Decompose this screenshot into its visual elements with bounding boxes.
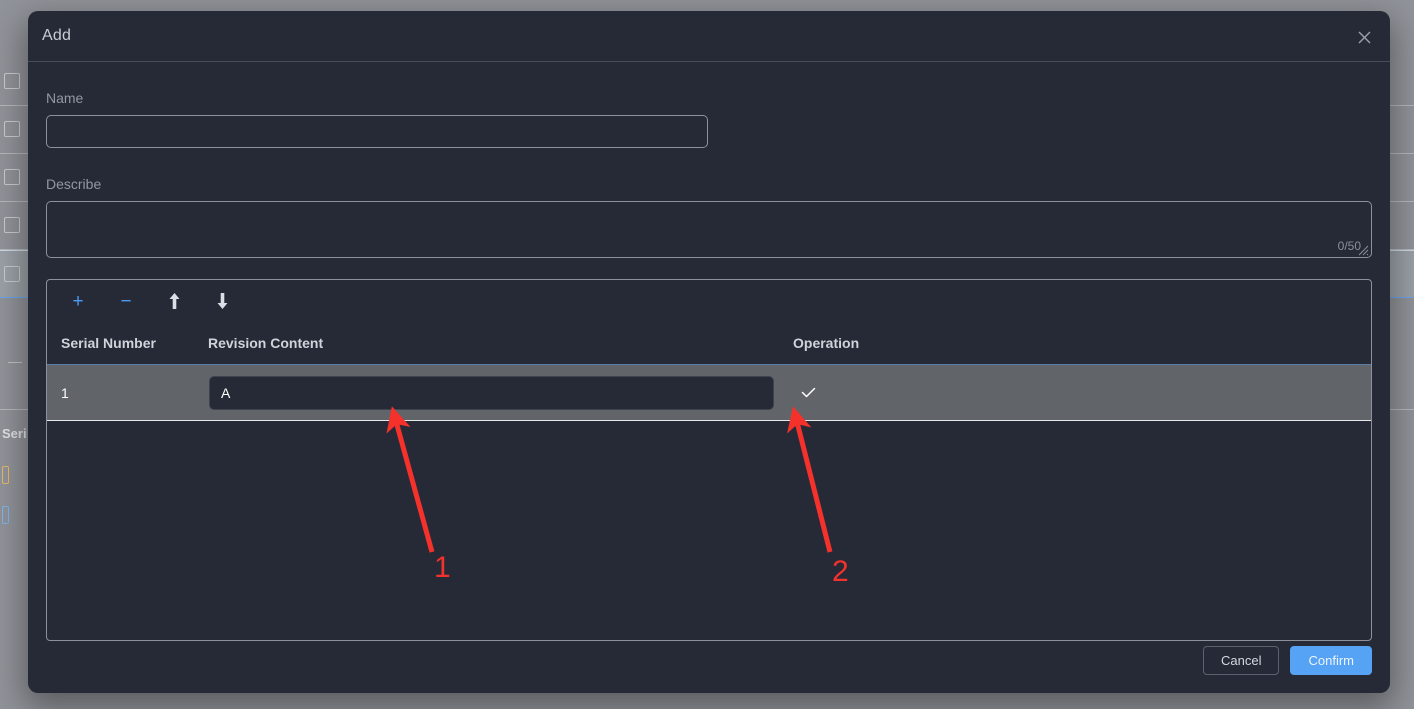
check-icon[interactable] [796, 381, 820, 405]
dialog-header: Add [28, 11, 1390, 62]
name-input[interactable] [46, 115, 708, 148]
table-header-row: Serial Number Revision Content Operation [47, 322, 1371, 365]
minus-icon: − [120, 290, 132, 312]
column-header-operation: Operation [793, 335, 860, 351]
move-up-button[interactable] [150, 280, 198, 322]
add-row-button[interactable]: + [54, 280, 102, 322]
confirm-button[interactable]: Confirm [1290, 646, 1372, 675]
remove-row-button[interactable]: − [102, 280, 150, 322]
revision-content-input[interactable] [209, 375, 774, 410]
table-toolbar: + − [47, 280, 1371, 322]
column-header-revision-content: Revision Content [208, 335, 324, 351]
arrow-up-icon [169, 293, 179, 309]
describe-field-wrapper: 0/50 [46, 201, 1372, 258]
modal-overlay: Add Name Describe 0/50 + − Serial Number… [0, 0, 1414, 709]
plus-icon: + [72, 290, 84, 312]
move-down-button[interactable] [198, 280, 246, 322]
describe-label: Describe [46, 176, 102, 192]
table-row[interactable]: 1 [47, 365, 1371, 421]
add-dialog: Add Name Describe 0/50 + − Serial Number… [28, 11, 1390, 693]
arrow-down-icon [217, 293, 227, 309]
dialog-title: Add [42, 27, 72, 44]
dialog-footer: Cancel Confirm [1203, 646, 1372, 675]
describe-textarea[interactable] [46, 201, 1372, 258]
cancel-button[interactable]: Cancel [1203, 646, 1280, 675]
cell-serial-number: 1 [61, 384, 69, 401]
close-icon[interactable] [1352, 25, 1376, 49]
column-header-serial-number: Serial Number [61, 335, 156, 351]
cell-operation [793, 381, 1371, 405]
dialog-body: Name Describe 0/50 + − Serial Number Rev… [28, 90, 1390, 669]
cell-revision-content [208, 375, 793, 410]
name-label: Name [46, 90, 84, 106]
revision-table-panel: + − Serial Number Revision Content Opera… [46, 279, 1372, 641]
